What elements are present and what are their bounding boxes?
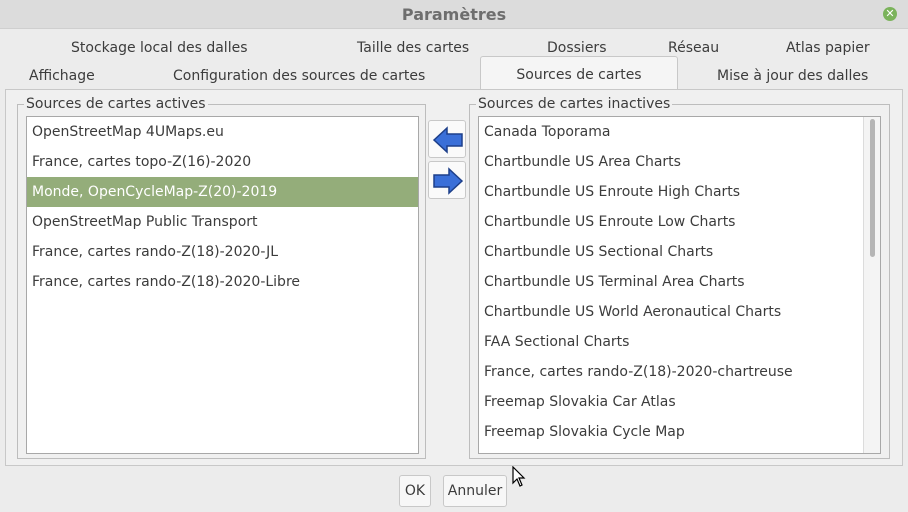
active-sources-group: Sources de cartes actives OpenStreetMap … [17,96,426,459]
tab-dossiers[interactable]: Dossiers [547,40,607,56]
tab-taille-des-cartes[interactable]: Taille des cartes [357,40,469,56]
inactive-source-item[interactable]: Chartbundle US Terminal Area Charts [479,267,880,297]
inactive-source-item[interactable]: Freemap Slovakia Cycle Map [479,417,880,447]
active-source-item[interactable]: France, cartes topo-Z(16)-2020 [27,147,418,177]
mouse-cursor-icon [512,466,526,487]
move-right-button[interactable] [428,161,466,199]
tab-affichage[interactable]: Affichage [29,68,95,84]
inactive-source-item[interactable]: Chartbundle US Enroute High Charts [479,177,880,207]
inactive-sources-list[interactable]: Canada Toporama Chartbundle US Area Char… [478,116,881,454]
title-bar: Paramètres ✕ [0,0,908,29]
cancel-button[interactable]: Annuler [443,475,507,507]
tab-mise-a-jour[interactable]: Mise à jour des dalles [717,68,868,84]
ok-button[interactable]: OK [399,475,431,507]
tab-sources-de-cartes[interactable]: Sources de cartes [480,56,678,90]
active-source-item[interactable]: OpenStreetMap 4UMaps.eu [27,117,418,147]
active-source-item[interactable]: France, cartes rando-Z(18)-2020-Libre [27,267,418,297]
tab-reseau[interactable]: Réseau [668,40,719,56]
inactive-source-item[interactable]: France, cartes rando-Z(18)-2020-chartreu… [479,357,880,387]
inactive-source-item[interactable]: Chartbundle US Sectional Charts [479,237,880,267]
scrollbar-thumb[interactable] [870,119,875,257]
tab-stockage-local[interactable]: Stockage local des dalles [71,40,248,56]
inactive-source-item[interactable]: Chartbundle US Enroute Low Charts [479,207,880,237]
active-source-item-selected[interactable]: Monde, OpenCycleMap-Z(20)-2019 [27,177,418,207]
tab-atlas-papier[interactable]: Atlas papier [786,40,870,56]
active-sources-list[interactable]: OpenStreetMap 4UMaps.eu France, cartes t… [26,116,419,454]
window-title: Paramètres [401,5,507,24]
inactive-sources-group: Sources de cartes inactives Canada Topor… [469,96,890,459]
close-icon[interactable]: ✕ [883,7,897,21]
active-source-item[interactable]: OpenStreetMap Public Transport [27,207,418,237]
inactive-list-scrollbar[interactable] [863,117,880,453]
move-left-button[interactable] [428,120,466,158]
arrow-left-icon [432,126,463,154]
active-source-item[interactable]: France, cartes rando-Z(18)-2020-JL [27,237,418,267]
inactive-source-item[interactable]: Chartbundle US Area Charts [479,147,880,177]
tab-configuration-sources[interactable]: Configuration des sources de cartes [173,68,425,84]
arrow-right-icon [433,167,464,195]
inactive-source-item[interactable]: Freemap Slovakia Car Atlas [479,387,880,417]
inactive-source-item[interactable]: Chartbundle US World Aeronautical Charts [479,297,880,327]
inactive-sources-title: Sources de cartes inactives [476,96,673,112]
inactive-source-item[interactable]: FAA Sectional Charts [479,327,880,357]
active-sources-title: Sources de cartes actives [24,96,208,112]
inactive-source-item[interactable]: Canada Toporama [479,117,880,147]
